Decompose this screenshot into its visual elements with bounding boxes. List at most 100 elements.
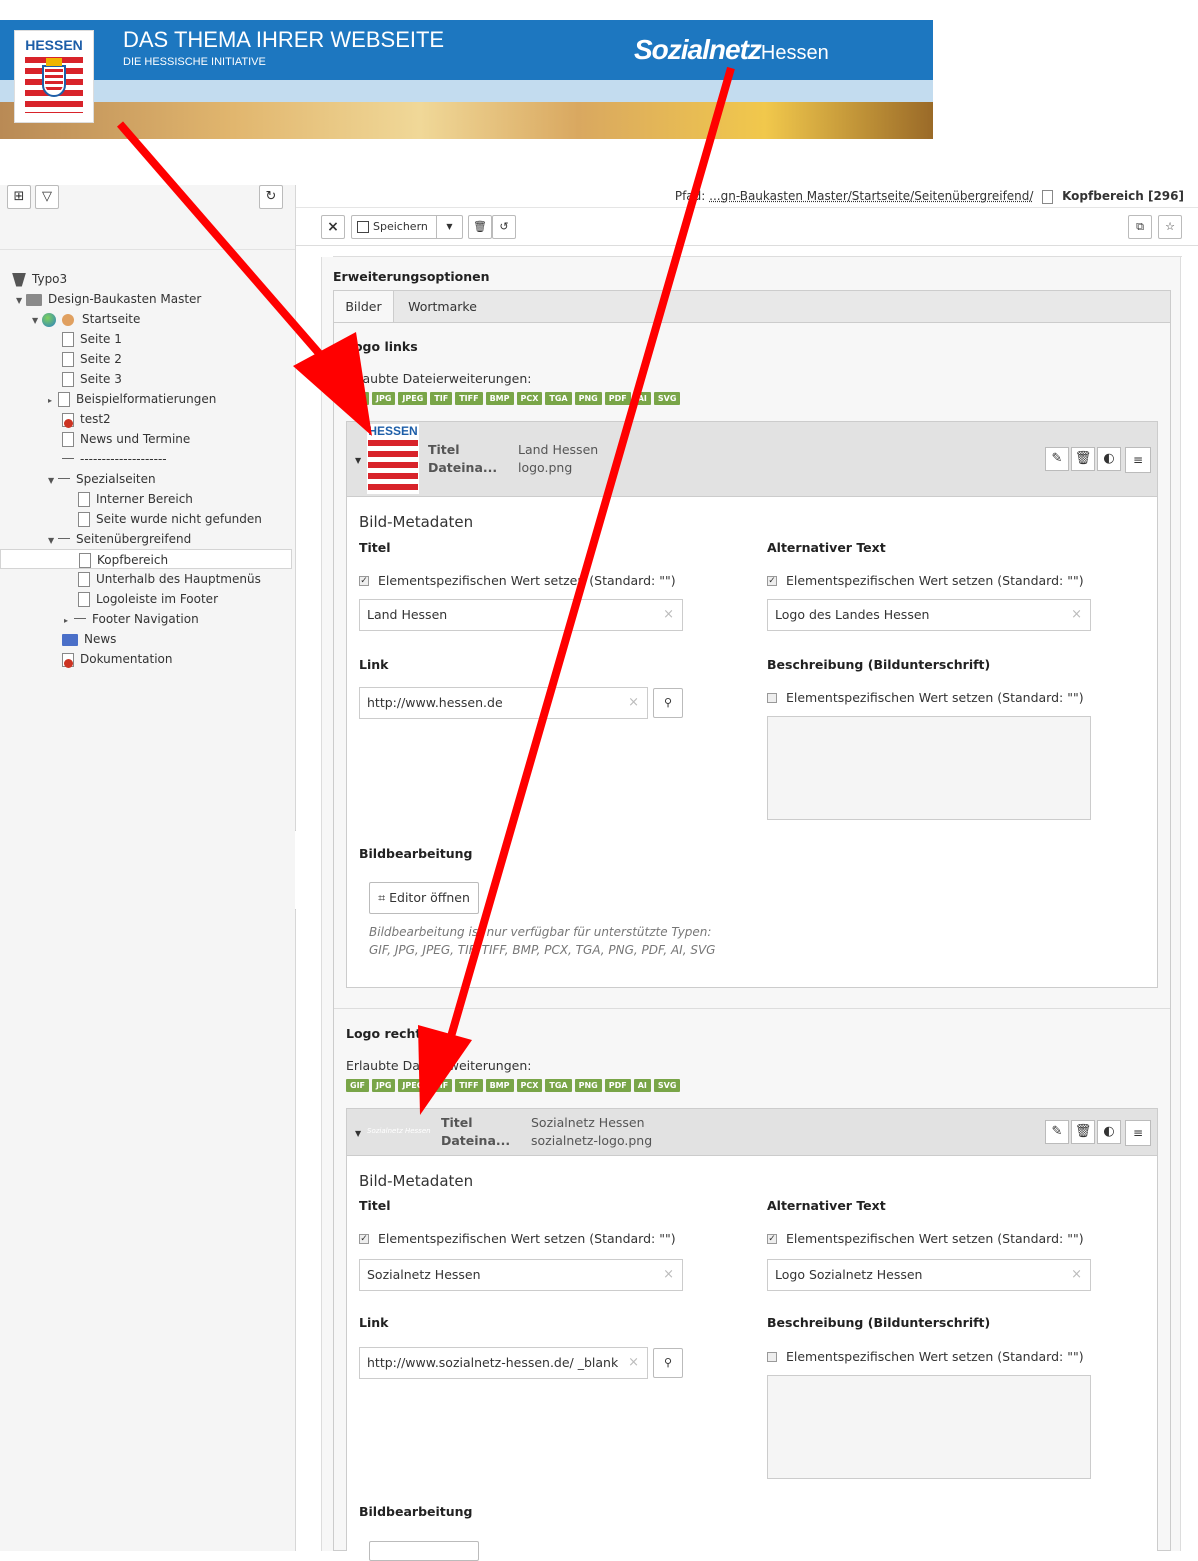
extension-badge: PNG <box>574 392 602 405</box>
tree-item-footer-navigation[interactable]: ▸ Footer Navigation <box>64 609 199 629</box>
image-edit-heading: Bildbearbeitung <box>359 1504 473 1519</box>
edit-note: Bildbearbeitung ist nur verfügbar für un… <box>369 925 712 939</box>
collapse-toggle-icon[interactable]: ▼ <box>355 1129 361 1138</box>
tree-item-spezialseiten[interactable]: ▼ Spezialseiten <box>48 469 156 489</box>
link-browser-icon[interactable]: ⚲ <box>653 688 683 718</box>
refresh-icon[interactable]: ↻ <box>259 185 283 209</box>
bookmark-star-icon[interactable]: ☆ <box>1158 215 1182 239</box>
tree-item-seite-1[interactable]: Seite 1 <box>62 329 122 349</box>
file-actions: ✎ 🗑 ◐ <box>1045 447 1121 473</box>
new-page-icon[interactable]: ⊞ <box>7 185 31 209</box>
tree-item-nicht-gefunden[interactable]: Seite wurde nicht gefunden <box>78 509 262 529</box>
path-link[interactable]: ...gn-Baukasten Master/Startseite/Seiten… <box>709 189 1033 203</box>
extension-badge: PCX <box>516 1079 543 1092</box>
chevron-down-icon[interactable]: ▼ <box>436 216 462 238</box>
tree-item-beispielformatierungen[interactable]: ▸ Beispielformatierungen <box>48 389 216 409</box>
drag-handle-icon[interactable]: ≡ <box>1125 447 1151 473</box>
metadata-heading: Bild-Metadaten <box>359 1172 474 1190</box>
clear-icon[interactable]: × <box>628 1348 639 1378</box>
description-textarea[interactable] <box>767 716 1091 820</box>
titel-input[interactable]: Sozialnetz Hessen × <box>359 1259 683 1291</box>
website-header-banner: HESSEN DAS THEMA IHRER WEBSEITE DIE HESS… <box>0 20 933 139</box>
extension-badge: JPG <box>372 392 396 405</box>
titel-input[interactable]: Land Hessen × <box>359 599 683 631</box>
editor-open-button[interactable] <box>369 1541 479 1561</box>
tree-item-seite-3[interactable]: Seite 3 <box>62 369 122 389</box>
link-browser-icon[interactable]: ⚲ <box>653 1348 683 1378</box>
description-textarea[interactable] <box>767 1375 1091 1479</box>
collapse-toggle-icon[interactable]: ▼ <box>355 456 361 465</box>
allowed-extensions-label: Erlaubte Dateierweiterungen: <box>346 1058 532 1073</box>
clear-icon[interactable]: × <box>1071 600 1082 630</box>
edit-metadata-icon[interactable]: ✎ <box>1045 1120 1069 1144</box>
extension-badge: JPEG <box>398 1079 428 1092</box>
tree-item-interner-bereich[interactable]: Interner Bereich <box>78 489 193 509</box>
toggle-visibility-icon[interactable]: ◐ <box>1097 447 1121 471</box>
user-icon <box>62 313 74 326</box>
tab-wortmarke[interactable]: Wortmarke <box>395 291 490 322</box>
close-button[interactable]: × <box>321 215 345 239</box>
tree-item-logoleiste-footer[interactable]: Logoleiste im Footer <box>78 589 218 609</box>
clear-icon[interactable]: × <box>628 688 639 718</box>
extension-badge: GIF <box>346 1079 370 1092</box>
hessen-logo-text: HESSEN <box>25 37 83 53</box>
delete-icon[interactable]: 🗑 <box>1071 1120 1095 1144</box>
hessen-crest-icon <box>368 440 418 490</box>
page-icon <box>62 372 74 387</box>
extension-badge: TIF <box>430 1079 453 1092</box>
extension-badge: AI <box>633 1079 651 1092</box>
editor-open-button[interactable]: ⌗ Editor öffnen <box>369 882 479 914</box>
titel-override-checkbox[interactable]: ✓ Elementspezifischen Wert setzen (Standa… <box>359 573 676 588</box>
extension-badge: BMP <box>485 1079 514 1092</box>
page-tree-panel: ⊞ ▽ ↻ Typo3 ▼ Design-Baukasten Master ▼ St… <box>0 185 296 1551</box>
clear-icon[interactable]: × <box>663 1260 674 1290</box>
description-override-checkbox[interactable]: Elementspezifischen Wert setzen (Standar… <box>767 690 1084 705</box>
tree-item-seitenuebergreifend[interactable]: ▼ Seitenübergreifend <box>48 529 191 549</box>
drag-handle-icon[interactable]: ≡ <box>1125 1120 1151 1146</box>
tab-bilder[interactable]: Bilder <box>334 291 394 323</box>
link-input[interactable]: http://www.hessen.de × <box>359 687 648 719</box>
hidden-page-icon <box>62 412 74 428</box>
titel-label: Titel <box>359 540 391 555</box>
logo-left-heading: Logo links <box>346 339 418 354</box>
delete-icon[interactable]: 🗑 <box>1071 447 1095 471</box>
open-new-window-icon[interactable]: ⧉ <box>1128 215 1152 239</box>
clear-icon[interactable]: × <box>1071 1260 1082 1290</box>
tree-root-typo3[interactable]: Typo3 <box>12 269 67 289</box>
tree-item-unterhalb-hauptmenue[interactable]: Unterhalb des Hauptmenüs <box>78 569 261 589</box>
extension-badge: TGA <box>545 392 572 405</box>
tree-item-startseite[interactable]: ▼ Startseite <box>32 309 140 329</box>
tree-item-test2[interactable]: test2 <box>62 409 111 429</box>
link-input[interactable]: http://www.sozialnetz-hessen.de/ _blank × <box>359 1347 648 1379</box>
delete-icon[interactable]: 🗑 <box>468 215 492 239</box>
tree-item-seite-2[interactable]: Seite 2 <box>62 349 122 369</box>
hidden-page-icon <box>62 652 74 668</box>
page-title: Kopfbereich [296] <box>1062 189 1184 203</box>
save-button[interactable]: Speichern ▼ <box>351 215 463 239</box>
clear-icon[interactable]: × <box>663 600 674 630</box>
titel-override-checkbox[interactable]: ✓ Elementspezifischen Wert setzen (Standa… <box>359 1231 676 1246</box>
extension-badge: TGA <box>545 1079 572 1092</box>
description-override-checkbox[interactable]: Elementspezifischen Wert setzen (Standar… <box>767 1349 1084 1364</box>
alt-text-input[interactable]: Logo des Landes Hessen × <box>767 599 1091 631</box>
edit-metadata-icon[interactable]: ✎ <box>1045 447 1069 471</box>
alt-override-checkbox[interactable]: ✓ Elementspezifischen Wert setzen (Standa… <box>767 573 1084 588</box>
tree-item-news-termine[interactable]: News und Termine <box>62 429 190 449</box>
undo-icon[interactable]: ↺ <box>492 215 516 239</box>
link-label: Link <box>359 657 389 672</box>
alt-text-input[interactable]: Logo Sozialnetz Hessen × <box>767 1259 1091 1291</box>
folder-icon <box>26 293 42 306</box>
alt-override-checkbox[interactable]: ✓ Elementspezifischen Wert setzen (Standa… <box>767 1231 1084 1246</box>
tree-item-design-baukasten[interactable]: ▼ Design-Baukasten Master <box>16 289 201 309</box>
tree-item-separator[interactable]: -------------------- <box>62 449 167 469</box>
file-actions: ✎ 🗑 ◐ <box>1045 1120 1121 1146</box>
description-label: Beschreibung (Bildunterschrift) <box>767 657 991 672</box>
toggle-visibility-icon[interactable]: ◐ <box>1097 1120 1121 1144</box>
tree-item-kopfbereich[interactable]: Kopfbereich <box>0 549 292 569</box>
brand-main: Sozialnetz <box>634 34 762 65</box>
tree-item-dokumentation[interactable]: Dokumentation <box>62 649 173 669</box>
typo3-icon <box>12 272 26 287</box>
filter-icon[interactable]: ▽ <box>35 185 59 209</box>
extension-badge: TIFF <box>455 1079 483 1092</box>
tree-item-news[interactable]: News <box>62 629 116 649</box>
